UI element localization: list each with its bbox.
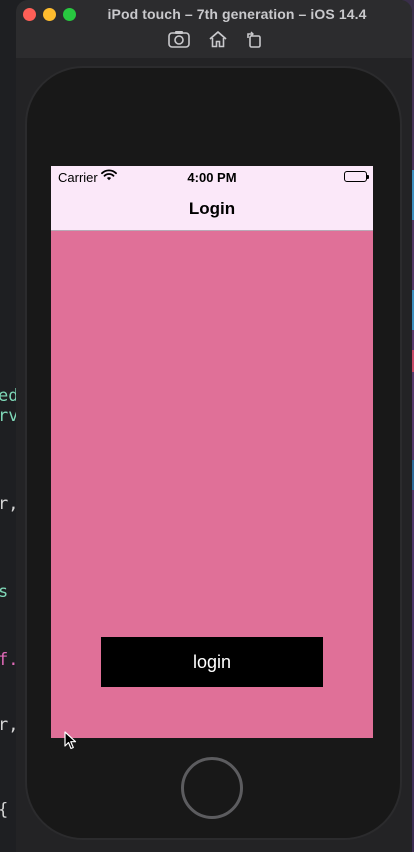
status-time: 4:00 PM bbox=[187, 170, 237, 185]
window-title: iPod touch – 7th generation – iOS 14.4 bbox=[107, 6, 367, 22]
code-line: { bbox=[0, 800, 8, 820]
battery-icon bbox=[344, 171, 369, 182]
page-title: Login bbox=[188, 199, 236, 218]
login-button[interactable]: login bbox=[101, 637, 323, 687]
rotate-icon[interactable] bbox=[245, 29, 263, 49]
navigation-bar: Login bbox=[51, 186, 373, 231]
simulator-titlebar[interactable]: iPod touch – 7th generation – iOS 14.4 bbox=[16, 0, 412, 58]
status-bar: Carrier 4:00 PM bbox=[51, 166, 373, 186]
home-icon[interactable] bbox=[208, 29, 228, 49]
screenshot-icon[interactable] bbox=[168, 29, 190, 49]
device-screen: Carrier 4:00 PM Login login bbox=[51, 166, 373, 738]
mouse-cursor-icon bbox=[64, 731, 78, 756]
home-button[interactable] bbox=[181, 757, 243, 819]
